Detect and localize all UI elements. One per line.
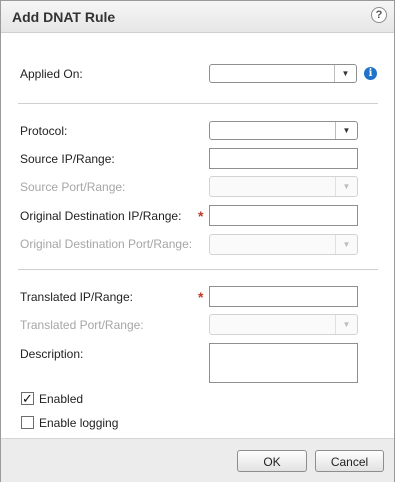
chevron-down-icon: ▼	[335, 177, 357, 196]
source-ip-input[interactable]	[209, 148, 358, 169]
translated-port-select: ▼	[209, 314, 358, 335]
enable-logging-label: Enable logging	[39, 416, 119, 430]
description-label: Description:	[20, 347, 84, 361]
chevron-down-icon[interactable]: ▼	[335, 122, 357, 139]
add-dnat-rule-dialog: Add DNAT Rule ? Applied On: ▼ i Protocol…	[0, 0, 395, 482]
orig-dest-ip-input[interactable]	[209, 205, 358, 226]
source-port-label: Source Port/Range:	[20, 180, 126, 194]
dialog-titlebar: Add DNAT Rule ?	[1, 1, 394, 33]
divider	[18, 269, 378, 270]
required-asterisk: *	[198, 289, 204, 305]
protocol-select[interactable]: ▼	[209, 121, 358, 140]
help-icon[interactable]: ?	[371, 7, 387, 23]
enabled-label: Enabled	[39, 392, 84, 406]
orig-dest-ip-label: Original Destination IP/Range:	[20, 209, 182, 223]
translated-ip-input[interactable]	[209, 286, 358, 307]
source-ip-label: Source IP/Range:	[20, 152, 115, 166]
source-port-select: ▼	[209, 176, 358, 197]
divider	[18, 103, 378, 104]
cancel-button[interactable]: Cancel	[315, 450, 384, 472]
translated-ip-label: Translated IP/Range:	[20, 290, 133, 304]
info-icon[interactable]: i	[364, 67, 377, 80]
required-asterisk: *	[198, 208, 204, 224]
orig-dest-port-label: Original Destination Port/Range:	[20, 237, 193, 251]
chevron-down-icon: ▼	[335, 235, 357, 254]
enable-logging-checkbox[interactable]	[21, 416, 34, 429]
orig-dest-port-select: ▼	[209, 234, 358, 255]
ok-button[interactable]: OK	[237, 450, 307, 472]
chevron-down-icon: ▼	[335, 315, 357, 334]
translated-port-label: Translated Port/Range:	[20, 318, 144, 332]
description-textarea[interactable]	[209, 343, 358, 383]
applied-on-select[interactable]: ▼	[209, 64, 357, 83]
chevron-down-icon[interactable]: ▼	[334, 65, 356, 82]
enabled-checkbox[interactable]: ✓	[21, 392, 34, 405]
dialog-footer: OK Cancel	[1, 438, 394, 482]
dialog-title: Add DNAT Rule	[12, 9, 116, 25]
applied-on-label: Applied On:	[20, 67, 83, 81]
protocol-label: Protocol:	[20, 124, 68, 138]
